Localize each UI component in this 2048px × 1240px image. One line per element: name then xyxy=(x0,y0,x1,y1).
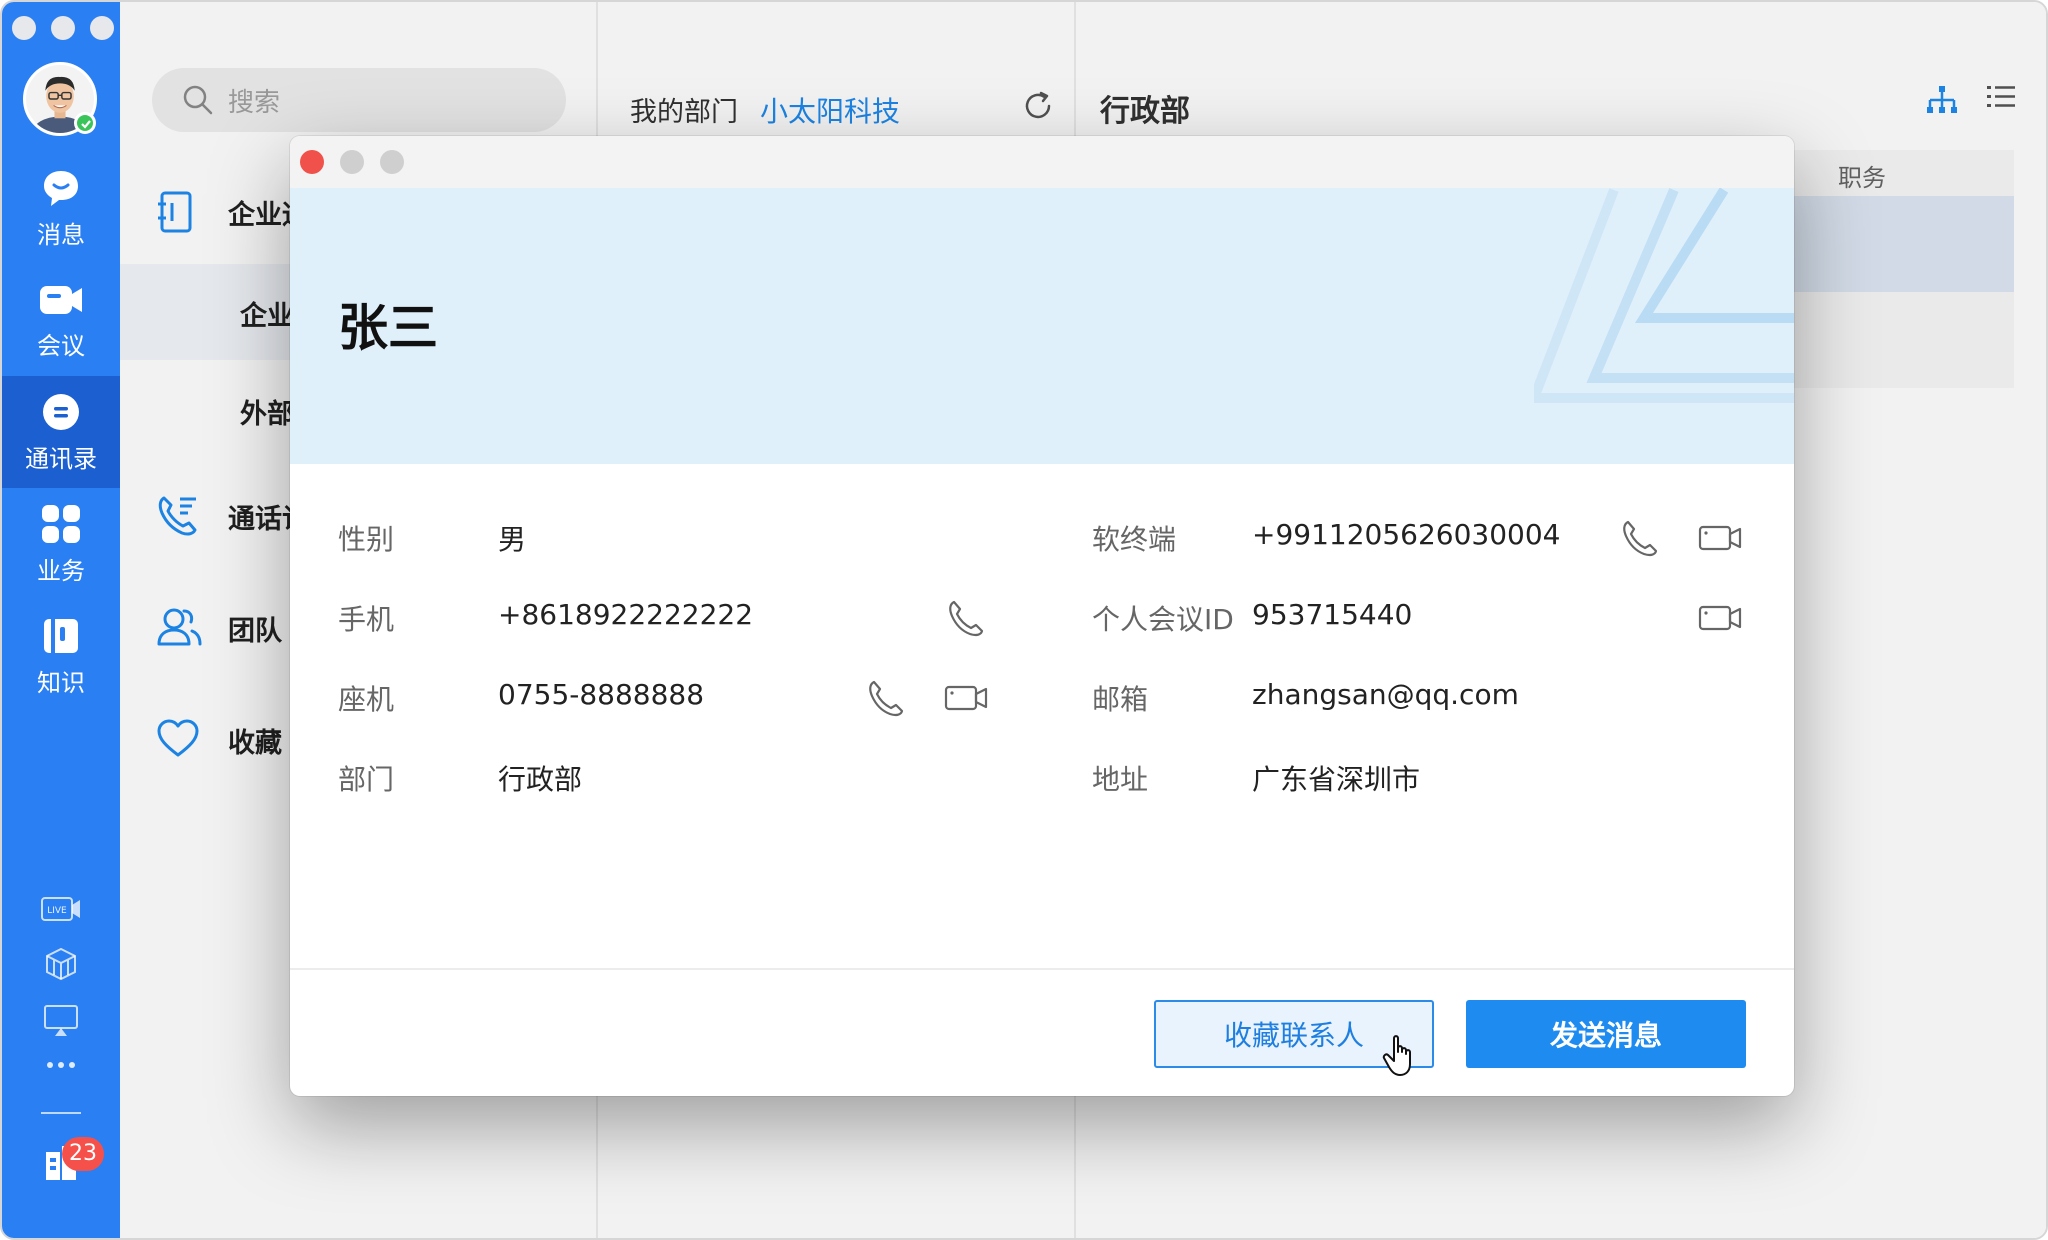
field-label-address: 地址 xyxy=(1092,763,1149,796)
contacts-icon xyxy=(43,393,79,430)
app-window: 消息 会议 通讯录 业务 知识 LIVE 23 搜索 通话记录 团队 收藏 我的… xyxy=(0,0,2048,1240)
window-close-button[interactable] xyxy=(12,16,36,40)
contact-name: 张三 xyxy=(338,299,438,357)
header-decoration xyxy=(1534,188,1794,403)
notification-badge: 23 xyxy=(62,1137,104,1171)
field-label-softphone: 软终端 xyxy=(1092,523,1177,556)
landline-video-call-icon[interactable] xyxy=(944,684,988,712)
field-label-landline: 座机 xyxy=(338,683,395,716)
live-camera-icon: LIVE xyxy=(41,897,80,921)
window-zoom-button[interactable] xyxy=(90,16,114,40)
dialog-footer-divider xyxy=(290,968,1794,970)
dialog-window-controls xyxy=(300,150,404,174)
field-value-mobile: +8618922222222 xyxy=(498,598,754,631)
dialog-titlebar xyxy=(290,136,1794,188)
field-value-address: 广东省深圳市 xyxy=(1252,763,1421,796)
apps-grid-icon xyxy=(42,504,80,543)
window-minimize-button[interactable] xyxy=(51,16,75,40)
dialog-minimize-button[interactable] xyxy=(340,150,364,174)
field-label-email: 邮箱 xyxy=(1092,683,1149,716)
field-label-mobile: 手机 xyxy=(338,603,395,636)
field-value-landline: 0755-8888888 xyxy=(498,678,705,711)
online-status-icon xyxy=(74,112,96,134)
dialog-close-button[interactable] xyxy=(300,150,324,174)
field-value-softphone: +9911205626030004 xyxy=(1252,518,1561,551)
contact-detail-dialog: 张三 性别 男 手机 +8618922222222 座机 0755-888888… xyxy=(290,136,1794,1096)
rail-label: 业务 xyxy=(37,556,85,585)
left-rail: 消息 会议 通讯录 业务 知识 LIVE 23 xyxy=(2,2,120,1238)
cube-app-button[interactable] xyxy=(2,946,120,982)
field-value-email: zhangsan@qq.com xyxy=(1252,678,1519,711)
more-dots-icon xyxy=(47,1062,75,1068)
window-controls xyxy=(12,16,114,40)
meeting-camera-icon xyxy=(40,285,82,314)
send-message-button[interactable]: 发送消息 xyxy=(1466,1000,1746,1068)
svg-text:LIVE: LIVE xyxy=(47,906,67,916)
message-bubble-icon xyxy=(44,170,78,206)
field-label-meeting-id: 个人会议ID xyxy=(1092,603,1234,636)
rail-divider xyxy=(41,1112,81,1114)
softphone-call-phone-icon[interactable] xyxy=(1620,518,1660,558)
rail-label: 消息 xyxy=(37,220,85,249)
field-label-gender: 性别 xyxy=(338,523,395,556)
rail-label: 通讯录 xyxy=(25,444,97,473)
meeting-video-call-icon[interactable] xyxy=(1698,604,1742,632)
live-button[interactable]: LIVE xyxy=(2,896,120,922)
field-value-meeting-id: 953715440 xyxy=(1252,598,1413,631)
hand-cursor-icon xyxy=(1382,1035,1411,1076)
softphone-video-call-icon[interactable] xyxy=(1698,524,1742,552)
more-button[interactable] xyxy=(2,1060,120,1070)
field-value-department: 行政部 xyxy=(498,763,583,796)
field-value-gender: 男 xyxy=(498,523,527,556)
rail-label: 知识 xyxy=(37,668,85,697)
screen-share-button[interactable] xyxy=(2,1004,120,1038)
rail-item-business[interactable]: 业务 xyxy=(2,488,120,600)
field-label-department: 部门 xyxy=(338,763,395,796)
screen-share-icon xyxy=(44,1005,78,1036)
landline-call-phone-icon[interactable] xyxy=(866,678,906,718)
rail-item-messages[interactable]: 消息 xyxy=(2,152,120,264)
rail-item-contacts[interactable]: 通讯录 xyxy=(2,376,120,488)
rail-label: 会议 xyxy=(37,331,85,360)
mobile-call-phone-icon[interactable] xyxy=(946,598,986,638)
knowledge-book-icon xyxy=(44,618,78,653)
rail-item-meetings[interactable]: 会议 xyxy=(2,264,120,376)
contact-header: 张三 xyxy=(290,188,1794,464)
cube-icon xyxy=(46,947,76,981)
rail-item-knowledge[interactable]: 知识 xyxy=(2,600,120,712)
dialog-zoom-button[interactable] xyxy=(380,150,404,174)
